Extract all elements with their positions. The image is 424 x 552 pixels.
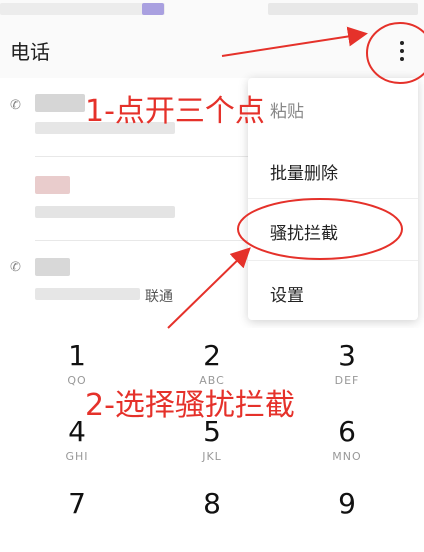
highlight-circle-harassment	[237, 198, 403, 260]
arrow-to-more	[221, 26, 368, 57]
annotation-step1: 1-点开三个点	[85, 94, 265, 129]
arrow-to-harassment	[167, 247, 251, 329]
annotation-overlay	[167, 22, 424, 329]
annotation-step2: 2-选择骚扰拦截	[85, 388, 295, 423]
highlight-circle-more	[366, 22, 424, 84]
